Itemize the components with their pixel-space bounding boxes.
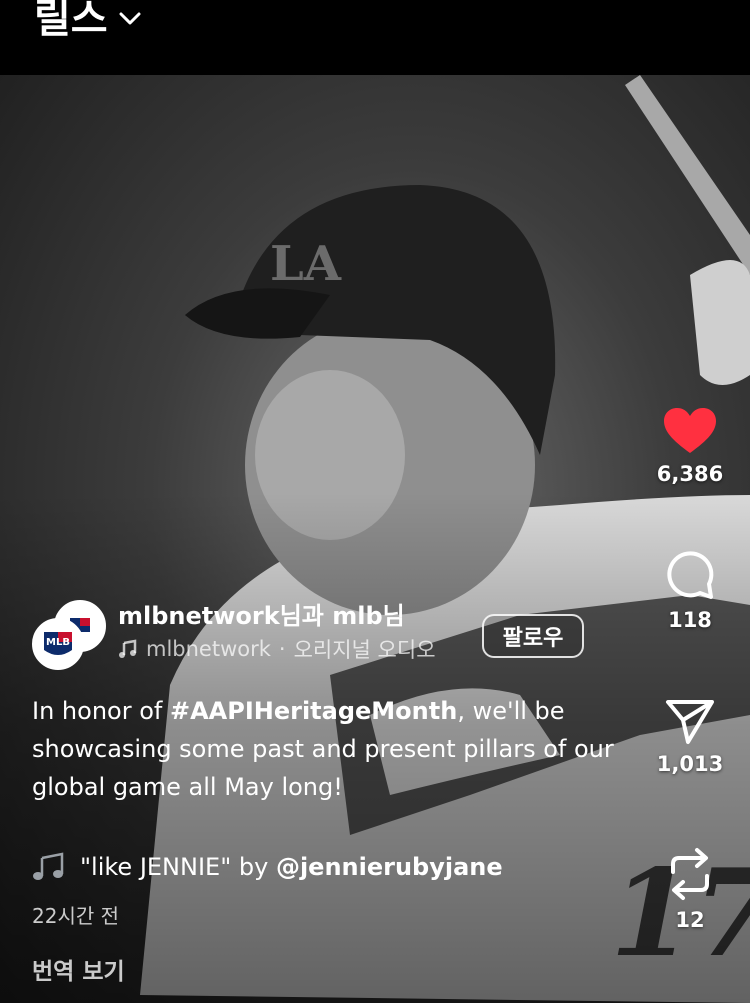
follow-button[interactable]: 팔로우 [482,614,584,658]
music-title: "like JENNIE" by [80,853,276,881]
comment-count: 118 [668,608,712,632]
share-action[interactable]: 1,013 [630,696,750,776]
audio-attribution[interactable]: mlbnetwork · 오리지널 오디오 [118,634,436,664]
mlb-logo-icon: MLB [34,620,82,668]
reels-title: 릴스 [34,0,108,42]
like-action[interactable]: 6,386 [630,406,750,486]
chevron-down-icon [119,12,141,25]
author-joiner: 님과 [279,602,333,630]
remix-count: 12 [675,908,705,932]
author-name-primary[interactable]: mlbnetwork [118,602,280,630]
comment-action[interactable]: 118 [630,550,750,632]
author-row: MLB mlbnetwork님과 mlb님 mlbnetwork · 오리지널 … [32,596,612,672]
reels-feed-selector[interactable]: 릴스 [34,0,142,44]
author-names[interactable]: mlbnetwork님과 mlb님 [118,596,405,631]
heart-filled-icon [664,408,716,453]
share-count: 1,013 [656,752,724,776]
comment-bubble-icon [667,551,714,599]
author-name-secondary[interactable]: mlb [332,602,382,630]
avatar-mlb: MLB [32,618,84,670]
music-artist-handle[interactable]: @jennierubyjane [276,853,503,881]
reels-header: 릴스 [0,0,750,75]
remix-action[interactable]: 12 [630,846,750,932]
post-time: 22시간 전 [32,904,120,928]
like-count: 6,386 [656,462,724,486]
collab-avatars[interactable]: MLB [32,596,110,672]
music-notes-icon [33,852,64,880]
caption-prefix: In honor of [32,697,170,725]
audio-separator: · [278,637,286,661]
caption-hashtag[interactable]: #AAPIHeritageMonth [170,697,457,725]
remix-repost-icon [671,848,709,900]
svg-text:MLB: MLB [46,637,70,648]
reel-caption[interactable]: In honor of #AAPIHeritageMonth, we'll be… [32,692,622,806]
audio-label: 오리지널 오디오 [293,638,436,662]
send-paper-plane-icon [666,700,714,744]
author-suffix: 님 [382,602,405,630]
music-note-icon [119,639,137,658]
audio-source: mlbnetwork [146,637,271,661]
music-credit[interactable]: "like JENNIE" by @jennierubyjane [32,852,503,882]
see-translation-link[interactable]: 번역 보기 [32,952,125,986]
